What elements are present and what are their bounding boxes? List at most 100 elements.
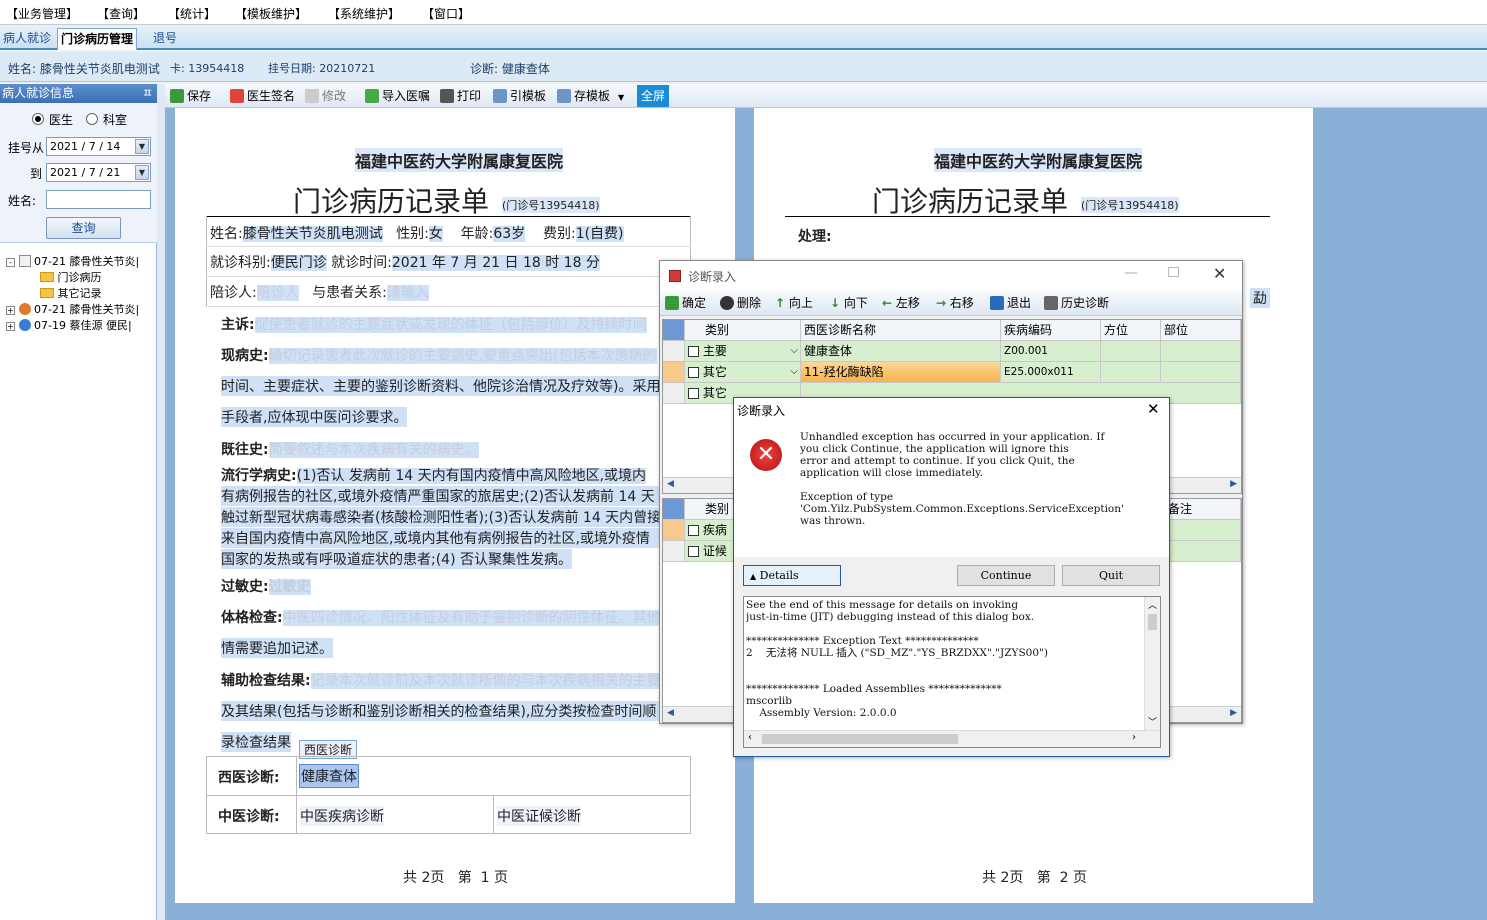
table-row-direction[interactable]	[1101, 362, 1161, 383]
table-row-name[interactable]: 11-羟化酶缺陷	[801, 362, 1001, 383]
radio-doctor[interactable]	[32, 113, 44, 125]
move-down-button[interactable]: ↓ 向下	[830, 295, 868, 311]
aux-input-line-2[interactable]: 及其结果(包括与诊断和鉴别诊断相关的检查结果),应分类按检查时间顺	[221, 701, 731, 721]
tab-patient-visit[interactable]: 病人就诊	[0, 28, 54, 50]
name-input[interactable]	[46, 190, 151, 209]
chinese-syndrome-input[interactable]: 中医证候诊断	[497, 806, 581, 826]
menu-system[interactable]: 【系统维护】	[328, 5, 400, 22]
row-checkbox[interactable]	[688, 525, 699, 536]
tree-node-patient-1[interactable]: - 07-21 膝骨性关节炎|	[6, 253, 139, 269]
delete-button[interactable]: 删除	[720, 295, 761, 311]
fee-field[interactable]: 1(自费)	[575, 226, 624, 242]
row-checkbox[interactable]	[688, 388, 699, 399]
radio-dept[interactable]	[86, 113, 98, 125]
close-icon[interactable]: ✕	[1213, 264, 1226, 283]
table-row-direction[interactable]	[1101, 341, 1161, 362]
maximize-icon[interactable]	[1168, 267, 1179, 277]
tree-node-outpatient-record[interactable]: 门诊病历	[40, 269, 102, 285]
move-left-button[interactable]: ← 左移	[882, 295, 920, 311]
tab-outpatient-records[interactable]: 门诊病历管理	[57, 28, 138, 50]
row-header[interactable]	[663, 383, 685, 404]
history-diagnosis-button[interactable]: 历史诊断	[1044, 295, 1109, 311]
escort-input[interactable]: 陪诊人	[256, 285, 299, 301]
doctor-sign-button[interactable]: 医生签名	[230, 88, 295, 104]
epi-line-3[interactable]: 触过新型冠状病毒感染者(核酸检测阳性者);(3)否认发病前 14 天内曾接	[221, 507, 731, 527]
menu-business[interactable]: 【业务管理】	[6, 5, 78, 22]
row-checkbox[interactable]	[688, 346, 699, 357]
western-diag-value[interactable]: 健康查体	[299, 764, 359, 788]
move-right-button[interactable]: → 右移	[936, 295, 974, 311]
chevron-down-icon[interactable]: ⌵	[790, 341, 798, 361]
time-field[interactable]: 2021 年 7 月 21 日 18 时 18 分	[391, 255, 600, 271]
chevron-down-icon[interactable]: ▼	[135, 139, 149, 154]
confirm-button[interactable]: 确定	[665, 295, 706, 311]
to-date-picker[interactable]: 2021 / 7 / 21 ▼	[46, 163, 151, 182]
table-row-site[interactable]	[1161, 362, 1241, 383]
table-row-code[interactable]: Z00.001	[1001, 341, 1101, 362]
table-row-name[interactable]: 健康查体	[801, 341, 1001, 362]
row-header[interactable]	[663, 362, 685, 383]
aux-input-line-1[interactable]: 记录本次就诊前及本次就诊所做的与本次疾病相关的主要	[310, 673, 661, 689]
col-header-remark[interactable]: 备注	[1165, 499, 1241, 520]
chinese-disease-input[interactable]: 中医疾病诊断	[300, 806, 384, 826]
col-header-type[interactable]: 类别	[685, 320, 801, 341]
close-icon[interactable]: ✕	[1147, 400, 1160, 418]
hpi-input-line-3[interactable]: 手段者,应体现中医问诊要求。	[221, 407, 408, 427]
table-row-site[interactable]	[1161, 341, 1241, 362]
edit-button[interactable]: 修改	[305, 88, 346, 104]
epi-line-5[interactable]: 国家的发热或有呼吸道症状的患者;(4) 否认聚集性发病。	[221, 549, 572, 569]
from-date-picker[interactable]: 2021 / 7 / 14 ▼	[46, 137, 151, 156]
aux-input-line-3[interactable]: 录检查结果	[221, 732, 291, 752]
chevron-down-icon[interactable]: ⌵	[790, 362, 798, 382]
quit-button[interactable]: Quit	[1062, 565, 1160, 586]
continue-button[interactable]: Continue	[957, 565, 1055, 586]
exit-button[interactable]: 退出	[990, 295, 1031, 311]
vertical-scrollbar[interactable]: ︿ ﹀	[1144, 597, 1160, 730]
name-field[interactable]: 膝骨性关节炎肌电测试	[242, 226, 383, 242]
menu-query[interactable]: 【查询】	[97, 5, 145, 22]
query-button[interactable]: 查询	[46, 217, 121, 239]
sex-field[interactable]: 女	[428, 226, 443, 242]
epi-line-4[interactable]: 来自国内疫情中高风险地区,或境内其他有病例报告的社区,或境外疫情	[221, 528, 731, 548]
dept-field[interactable]: 便民门诊	[270, 255, 327, 271]
epi-line-2[interactable]: 有病例报告的社区,或境外疫情严重国家的旅居史;(2)否认发病前 14 天	[221, 486, 731, 506]
col-header-name[interactable]: 西医诊断名称	[801, 320, 1001, 341]
print-button[interactable]: 打印	[440, 88, 481, 104]
save-template-button[interactable]: 存模板 ▼	[557, 88, 624, 104]
exam-input-line-1[interactable]: 中医四诊情况、阳性体征及有助于鉴别诊断的阴性体征。其他	[282, 610, 661, 626]
hpi-input-line-1[interactable]: 确切记录患者此次就诊的主要病史,要重点突出(包括本次患病的	[268, 348, 657, 364]
move-up-button[interactable]: ↑ 向上	[775, 295, 813, 311]
allergy-input[interactable]: 过敏史	[268, 579, 311, 595]
tree-node-other-records[interactable]: 其它记录	[40, 285, 102, 301]
row-header[interactable]	[663, 541, 685, 562]
table-row-code[interactable]: E25.000x011	[1001, 362, 1101, 383]
save-button[interactable]: 保存	[170, 88, 211, 104]
pin-icon[interactable]: ㅍ	[142, 84, 153, 103]
epi-line-1[interactable]: (1)否认 发病前 14 天内有国内疫情中高风险地区,或境内	[296, 468, 647, 484]
hpi-input-line-2[interactable]: 时间、主要症状、主要的鉴别诊断资料、他院诊治情况及疗效等)。采用中医	[221, 376, 731, 396]
col-header-direction[interactable]: 方位	[1101, 320, 1161, 341]
col-header-code[interactable]: 疾病编码	[1001, 320, 1101, 341]
col-header-site[interactable]: 部位	[1161, 320, 1241, 341]
age-field[interactable]: 63岁	[493, 226, 526, 242]
menu-statistics[interactable]: 【统计】	[168, 5, 216, 22]
table-row-type[interactable]: 其它 ⌵	[685, 362, 801, 383]
row-checkbox[interactable]	[688, 367, 699, 378]
exam-input-line-2[interactable]: 情需要追加记述。	[221, 638, 333, 658]
load-template-button[interactable]: 引模板	[493, 88, 546, 104]
row-header[interactable]	[663, 341, 685, 362]
import-orders-button[interactable]: 导入医嘱	[365, 88, 430, 104]
horizontal-scrollbar[interactable]: ‹ ›	[744, 730, 1160, 747]
details-button[interactable]: ▲ Details	[743, 565, 841, 586]
chevron-down-icon[interactable]: ▼	[135, 165, 149, 180]
relation-input[interactable]: 请输入	[386, 285, 429, 301]
row-header[interactable]	[663, 520, 685, 541]
tab-cancel-registration[interactable]: 退号	[150, 28, 180, 50]
details-textbox[interactable]: See the end of this message for details …	[743, 596, 1161, 748]
row-checkbox[interactable]	[688, 546, 699, 557]
menu-template[interactable]: 【模板维护】	[235, 5, 307, 22]
minimize-icon[interactable]: —	[1124, 265, 1138, 281]
table-row-type[interactable]: 主要 ⌵	[685, 341, 801, 362]
chevron-down-icon[interactable]: ▼	[618, 93, 624, 102]
menu-window[interactable]: 【窗口】	[422, 5, 470, 22]
